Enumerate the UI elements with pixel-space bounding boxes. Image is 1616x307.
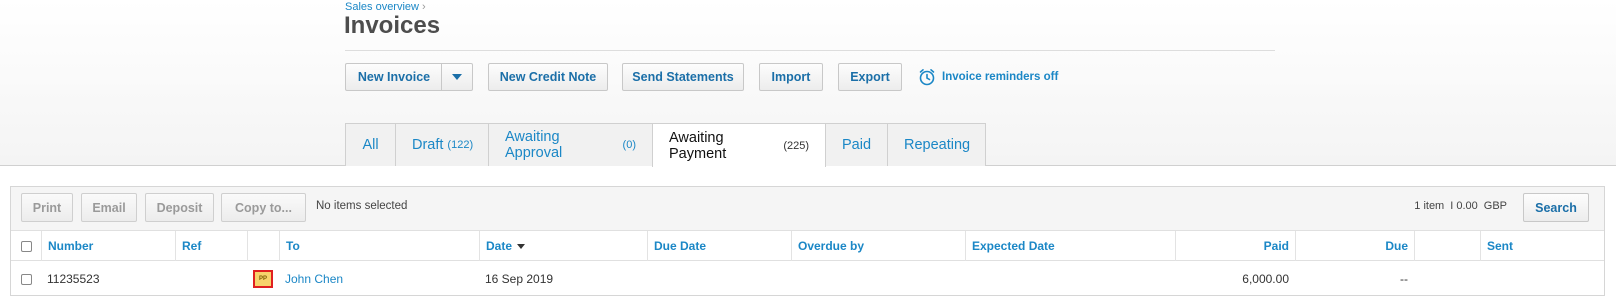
invoice-reminders-label: Invoice reminders off	[942, 71, 1059, 83]
page-title: Invoices	[344, 12, 441, 39]
selection-status: No items selected	[316, 200, 408, 212]
currency-code: GBP	[1483, 200, 1507, 212]
send-statements-label: Send Statements	[632, 70, 734, 84]
tab-count: (122)	[447, 139, 474, 151]
select-all-cell	[11, 231, 41, 261]
deposit-label: Deposit	[156, 200, 203, 215]
print-label: Print	[32, 200, 62, 215]
recipient-cell: John Chen	[279, 262, 479, 296]
tab-paid[interactable]: Paid	[825, 123, 888, 166]
email-label: Email	[92, 200, 126, 215]
pp-badge-icon[interactable]: PP	[253, 270, 273, 288]
tab-label: Paid	[842, 137, 872, 153]
new-invoice-label: New Invoice	[357, 70, 431, 84]
column-header-due[interactable]: Due	[1295, 231, 1414, 261]
new-credit-note-label: New Credit Note	[499, 70, 597, 84]
new-invoice-dropdown-button[interactable]	[441, 63, 473, 91]
tab-awaiting-approval[interactable]: Awaiting Approval (0)	[488, 123, 653, 166]
copy-to-button[interactable]: Copy to...	[221, 193, 306, 222]
export-button[interactable]: Export	[838, 63, 902, 91]
column-header-expected-date[interactable]: Expected Date	[965, 231, 1175, 261]
column-header-badge	[247, 231, 279, 261]
search-label: Search	[1535, 200, 1577, 215]
invoice-sent	[1480, 262, 1604, 296]
column-header-number[interactable]: Number	[41, 231, 175, 261]
import-button[interactable]: Import	[759, 63, 823, 91]
column-header-date-label: Date	[486, 239, 513, 253]
column-header-paid[interactable]: Paid	[1175, 231, 1295, 261]
alarm-clock-icon	[919, 69, 935, 86]
invoice-due: --	[1400, 272, 1408, 286]
title-divider	[345, 50, 1275, 51]
send-statements-button[interactable]: Send Statements	[622, 63, 744, 91]
invoice-date: 16 Sep 2019	[485, 272, 554, 286]
row-select-cell	[11, 262, 41, 296]
tab-label: Awaiting Payment	[669, 129, 727, 162]
item-count: 1 item	[1414, 200, 1445, 212]
tab-count: (0)	[622, 139, 636, 151]
total-amount: I 0.00	[1450, 200, 1478, 212]
new-credit-note-button[interactable]: New Credit Note	[488, 63, 608, 91]
invoice-due-date	[647, 262, 791, 296]
invoice-paid: 6,000.00	[1242, 272, 1289, 286]
email-button[interactable]: Email	[81, 193, 137, 222]
import-label: Import	[771, 70, 811, 84]
tab-awaiting-payment[interactable]: Awaiting Payment (225)	[652, 123, 826, 167]
table-header: Number Ref To Date Due Date Overdue by E…	[11, 231, 1604, 261]
export-label: Export	[850, 70, 890, 84]
invoice-status-tabs: All Draft (122) Awaiting Approval (0) Awai…	[345, 123, 986, 167]
new-invoice-button[interactable]: New Invoice	[345, 63, 442, 91]
invoice-reminders-link[interactable]: Invoice reminders off	[918, 66, 1058, 88]
search-button[interactable]: Search	[1523, 193, 1589, 222]
badge-cell: PP	[247, 262, 279, 296]
chevron-down-icon	[452, 74, 462, 80]
copy-to-label: Copy to...	[235, 200, 292, 215]
column-header-spacer	[1414, 231, 1480, 261]
table-row[interactable]: 11235523 PP John Chen 16 Sep 2019 6,000.…	[11, 262, 1604, 296]
tab-repeating[interactable]: Repeating	[887, 123, 986, 166]
tab-all[interactable]: All	[345, 123, 396, 166]
list-summary: 1 item I 0.00 GBP	[1414, 200, 1507, 212]
column-header-sent[interactable]: Sent	[1480, 231, 1604, 261]
invoice-expected-date	[965, 262, 1175, 296]
bulk-actions-toolbar: Print Email Deposit Copy to... No items …	[11, 187, 1604, 231]
print-button[interactable]: Print	[21, 193, 73, 222]
row-checkbox[interactable]	[20, 273, 32, 285]
invoice-ref	[175, 262, 247, 296]
tab-label: Repeating	[904, 137, 971, 153]
column-header-date[interactable]: Date	[479, 231, 647, 261]
deposit-button[interactable]: Deposit	[145, 193, 214, 222]
tab-draft[interactable]: Draft (122)	[395, 123, 489, 166]
recipient-link[interactable]: John Chen	[285, 272, 343, 286]
column-header-to[interactable]: To	[279, 231, 479, 261]
column-header-ref[interactable]: Ref	[175, 231, 247, 261]
invoice-list-panel: Print Email Deposit Copy to... No items …	[10, 186, 1605, 296]
select-all-checkbox[interactable]	[20, 240, 32, 252]
tab-label: Awaiting Approval	[505, 129, 563, 161]
tab-label: Draft	[412, 137, 444, 153]
invoice-overdue-by	[791, 262, 965, 296]
invoice-number: 11235523	[47, 272, 100, 286]
tab-count: (225)	[783, 139, 809, 152]
column-header-overdue-by[interactable]: Overdue by	[791, 231, 965, 261]
sort-descending-icon	[517, 243, 526, 249]
tab-label: All	[362, 137, 379, 153]
column-header-due-date[interactable]: Due Date	[647, 231, 791, 261]
